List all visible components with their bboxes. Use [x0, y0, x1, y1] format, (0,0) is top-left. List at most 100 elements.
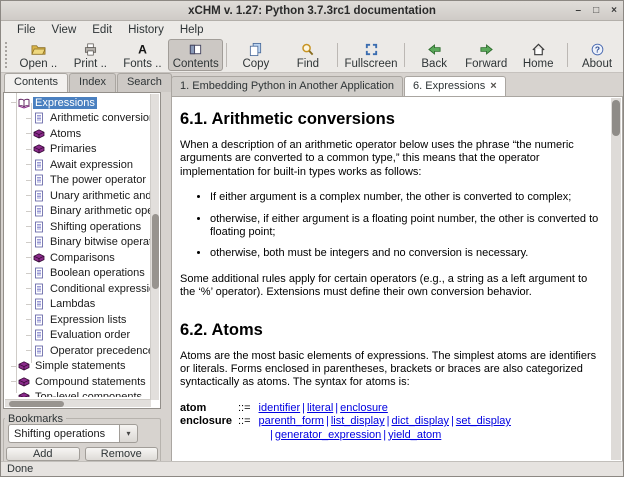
grammar-link[interactable]: identifier [259, 402, 301, 414]
tree-item[interactable]: Primaries [4, 142, 150, 158]
tree-item[interactable]: The power operator [4, 173, 150, 189]
toolbar: Open .. Print .. Fonts .. Contents Copy … [1, 38, 623, 73]
find-button[interactable]: Find [282, 39, 334, 71]
grammar-link[interactable]: set_display [456, 415, 511, 427]
tree-item-expressions[interactable]: Expressions [4, 95, 150, 111]
grammar-link[interactable]: yield_atom [388, 429, 441, 441]
tree-connector [26, 273, 32, 274]
tree-item[interactable]: Operator precedence [4, 343, 150, 359]
page-icon [33, 267, 45, 279]
contents-toggle-button[interactable]: Contents [168, 39, 223, 71]
tree-item[interactable]: Binary bitwise operations [4, 235, 150, 251]
doc-tab-embedding[interactable]: 1. Embedding Python in Another Applicati… [171, 76, 403, 96]
document-page: 6.1. Arithmetic conversions When a descr… [172, 97, 610, 461]
grammar-link[interactable]: dict_display [392, 415, 449, 427]
tab-contents[interactable]: Contents [4, 73, 68, 92]
tree-item[interactable]: Simple statements [4, 359, 150, 375]
printer-icon [83, 42, 98, 57]
tree-item[interactable]: Boolean operations [4, 266, 150, 282]
tree-item[interactable]: Binary arithmetic operation [4, 204, 150, 220]
doc-tab-label: 1. Embedding Python in Another Applicati… [180, 80, 394, 96]
tree-connector [11, 102, 17, 103]
grammar-link[interactable]: enclosure [340, 402, 388, 414]
doc-tab-expressions[interactable]: 6. Expressions × [404, 76, 506, 96]
tree-item[interactable]: Atoms [4, 126, 150, 142]
paragraph: Some additional rules apply for certain … [180, 273, 604, 300]
add-bookmark-button[interactable]: Add [6, 447, 80, 461]
menu-view[interactable]: View [44, 23, 85, 37]
scrollbar-thumb[interactable] [152, 214, 159, 289]
bookmark-combobox[interactable]: Shifting operations ▾ [8, 424, 138, 443]
doc-tab-label: 6. Expressions [413, 80, 485, 96]
scrollbar-thumb[interactable] [612, 100, 620, 136]
grammar-link[interactable]: generator_expression [275, 429, 381, 441]
fonts-icon [135, 42, 150, 57]
tree-item[interactable]: Evaluation order [4, 328, 150, 344]
about-button[interactable]: About [571, 39, 623, 71]
page-icon [33, 345, 45, 357]
home-button[interactable]: Home [512, 39, 564, 71]
tree-item[interactable]: Shifting operations [4, 219, 150, 235]
tree-connector [26, 164, 32, 165]
menu-file[interactable]: File [9, 23, 44, 37]
fullscreen-button[interactable]: Fullscreen [341, 39, 402, 71]
tab-close-icon[interactable]: × [490, 80, 496, 96]
bullet-item: otherwise, both must be integers and no … [210, 247, 604, 260]
book-closed-icon [33, 128, 45, 140]
grammar-link[interactable]: literal [307, 402, 333, 414]
tree-horizontal-scrollbar[interactable] [5, 399, 151, 407]
tree-vertical-scrollbar[interactable] [150, 94, 159, 400]
open-folder-icon [31, 42, 46, 57]
copy-button[interactable]: Copy [230, 39, 282, 71]
tree-item[interactable]: Arithmetic conversions [4, 111, 150, 127]
menu-help[interactable]: Help [172, 23, 212, 37]
book-closed-icon [18, 360, 30, 372]
tree-connector [26, 118, 32, 119]
home-icon [531, 42, 546, 57]
bookmark-selected-value[interactable]: Shifting operations [8, 424, 119, 443]
menu-bar: File View Edit History Help [1, 21, 623, 38]
print-button[interactable]: Print .. [64, 39, 116, 71]
page-icon [33, 298, 45, 310]
tree-connector [26, 304, 32, 305]
toolbar-separator [337, 43, 338, 67]
tree-item[interactable]: Expression lists [4, 312, 150, 328]
open-button[interactable]: Open .. [12, 39, 64, 71]
document-panel: 1. Embedding Python in Another Applicati… [171, 76, 623, 462]
copy-icon [248, 42, 263, 57]
back-button[interactable]: Back [408, 39, 460, 71]
grammar-link[interactable]: list_display [331, 415, 385, 427]
maximize-icon[interactable]: □ [593, 6, 599, 16]
tree-item[interactable]: Compound statements [4, 374, 150, 390]
scrollbar-thumb[interactable] [9, 401, 64, 407]
tree-item[interactable]: Await expression [4, 157, 150, 173]
xchm-window: xCHM v. 1.27: Python 3.7.3rc1 documentat… [0, 0, 624, 477]
grammar-link[interactable]: parenth_form [259, 415, 324, 427]
close-icon[interactable]: × [611, 6, 617, 16]
remove-bookmark-button[interactable]: Remove [85, 447, 159, 461]
toolbar-drag-handle[interactable] [5, 42, 10, 68]
menu-edit[interactable]: Edit [84, 23, 120, 37]
contents-tree: Expressions Arithmetic conversions Atoms… [4, 95, 150, 397]
tab-search[interactable]: Search [117, 73, 172, 92]
tree-item[interactable]: Lambdas [4, 297, 150, 313]
title-bar[interactable]: xCHM v. 1.27: Python 3.7.3rc1 documentat… [1, 1, 623, 21]
chevron-down-icon[interactable]: ▾ [119, 424, 138, 443]
bookmarks-panel: Bookmarks Shifting operations ▾ Add Remo… [3, 413, 161, 463]
tree-item[interactable]: Conditional expressions [4, 281, 150, 297]
tree-item[interactable]: Top-level components [4, 390, 150, 398]
document-vertical-scrollbar[interactable] [611, 98, 621, 460]
tree-connector [26, 133, 32, 134]
forward-button[interactable]: Forward [460, 39, 512, 71]
fonts-button[interactable]: Fonts .. [116, 39, 168, 71]
tree-connector [26, 257, 32, 258]
menu-history[interactable]: History [120, 23, 172, 37]
tree-item[interactable]: Unary arithmetic and bitwis [4, 188, 150, 204]
tab-index[interactable]: Index [69, 73, 116, 92]
fullscreen-icon [364, 42, 379, 57]
contents-tree-panel: Expressions Arithmetic conversions Atoms… [3, 92, 161, 409]
tree-connector [26, 319, 32, 320]
minimize-icon[interactable]: – [576, 6, 582, 16]
tree-item[interactable]: Comparisons [4, 250, 150, 266]
forward-arrow-icon [479, 42, 494, 57]
